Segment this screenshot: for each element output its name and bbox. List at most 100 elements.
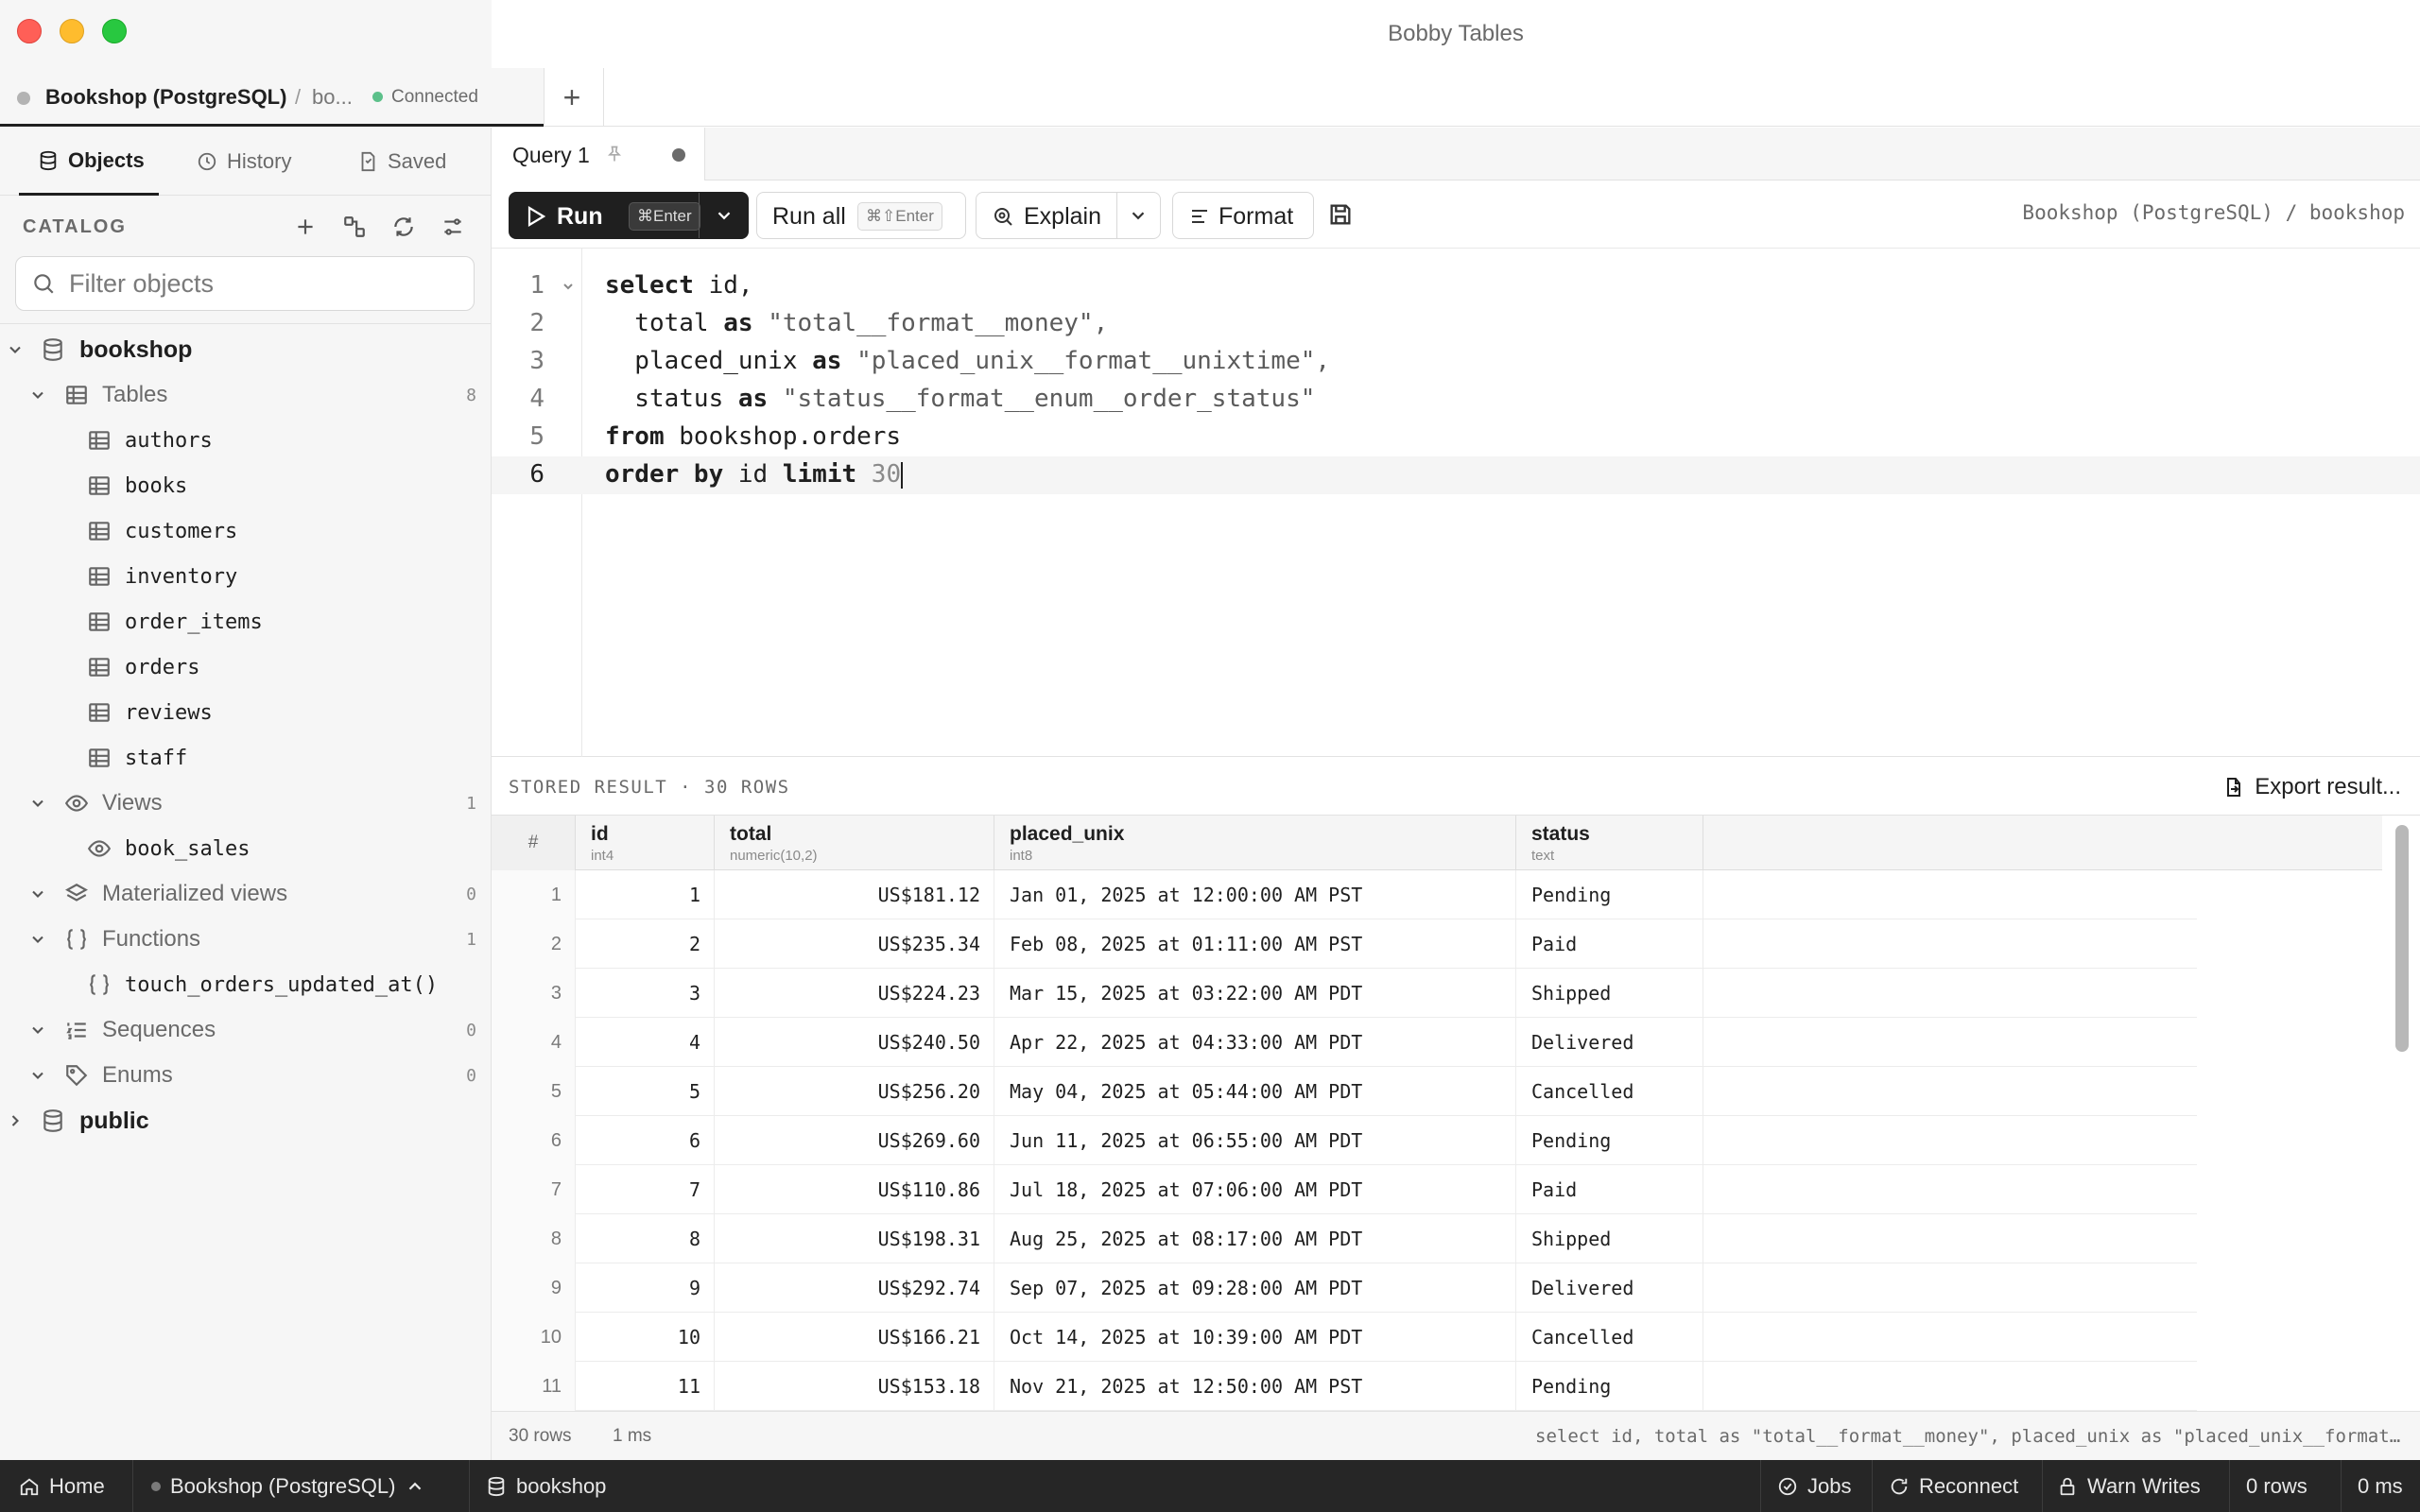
table-row[interactable]: 6 6 US$269.60 Jun 11, 2025 at 06:55:00 AM P… [492,1116,2197,1165]
tree-item-view[interactable]: book_sales [0,826,492,871]
cell-placed-unix[interactable]: Jul 18, 2025 at 07:06:00 AM PDT [994,1165,1516,1214]
pin-icon[interactable] [605,145,624,163]
cell-id[interactable]: 10 [576,1313,715,1362]
cell-id[interactable]: 7 [576,1165,715,1214]
tree-group-enums[interactable]: Enums 0 [0,1053,492,1098]
tree-group-functions[interactable]: Functions 1 [0,917,492,962]
chevron-down-icon[interactable] [28,386,47,404]
run-button[interactable]: Run ⌘Enter [509,192,749,239]
cell-id[interactable]: 8 [576,1214,715,1263]
tab-objects[interactable]: Objects [19,128,159,196]
cell-status[interactable]: Delivered [1516,1263,1703,1313]
minimize-window-button[interactable] [60,19,84,43]
chevron-down-icon[interactable] [6,340,25,359]
close-window-button[interactable] [17,19,42,43]
column-header-placed-unix[interactable]: placed_unix int8 [994,816,1516,870]
tree-item-table[interactable]: customers [0,508,492,554]
tree-item-table[interactable]: orders [0,644,492,690]
query-tab[interactable]: Query 1 [492,128,705,180]
explain-button[interactable]: Explain [976,192,1161,239]
maximize-window-button[interactable] [102,19,127,43]
chevron-down-icon[interactable] [28,794,47,813]
table-row[interactable]: 9 9 US$292.74 Sep 07, 2025 at 09:28:00 AM P… [492,1263,2197,1313]
row-number-cell[interactable]: 4 [492,1018,576,1067]
table-row[interactable]: 7 7 US$110.86 Jul 18, 2025 at 07:06:00 AM P… [492,1165,2197,1214]
cell-placed-unix[interactable]: Jan 01, 2025 at 12:00:00 AM PST [994,870,1516,919]
cell-status[interactable]: Pending [1516,1362,1703,1411]
run-all-button[interactable]: Run all ⌘⇧Enter [756,192,966,239]
cell-status[interactable]: Pending [1516,870,1703,919]
home-button[interactable]: Home [19,1460,105,1512]
add-connection-tab-button[interactable]: + [548,76,596,119]
code-line[interactable]: 3 placed_unix as "placed_unix__format__u… [492,343,2420,381]
scrollbar-thumb[interactable] [2395,825,2409,1052]
cell-id[interactable]: 11 [576,1362,715,1411]
tree-item-table[interactable]: books [0,463,492,508]
chevron-down-icon[interactable] [28,885,47,903]
row-number-cell[interactable]: 8 [492,1214,576,1263]
filter-objects-field[interactable] [15,256,475,311]
tab-saved[interactable]: Saved [357,128,446,196]
row-number-cell[interactable]: 7 [492,1165,576,1214]
tree-item-function[interactable]: touch_orders_updated_at() [0,962,492,1007]
code-line[interactable]: 4 status as "status__format__enum__order… [492,381,2420,419]
cell-status[interactable]: Shipped [1516,969,1703,1018]
cell-total[interactable]: US$224.23 [715,969,994,1018]
row-number-cell[interactable]: 6 [492,1116,576,1165]
row-number-cell[interactable]: 10 [492,1313,576,1362]
tree-item-table[interactable]: inventory [0,554,492,599]
warn-writes-toggle[interactable]: Warn Writes [2057,1460,2201,1512]
reconnect-button[interactable]: Reconnect [1889,1460,2018,1512]
refresh-catalog-button[interactable] [388,211,420,243]
chevron-down-icon[interactable] [28,930,47,949]
tree-item-public[interactable]: public [0,1098,492,1143]
cell-status[interactable]: Delivered [1516,1018,1703,1067]
table-row[interactable]: 2 2 US$235.34 Feb 08, 2025 at 01:11:00 AM P… [492,919,2197,969]
add-object-button[interactable] [289,211,321,243]
schema-diagram-button[interactable] [338,211,371,243]
column-header-status[interactable]: status text [1516,816,1703,870]
format-button[interactable]: Format [1172,192,1314,239]
chevron-down-icon[interactable] [1128,205,1149,226]
chevron-down-icon[interactable] [28,1021,47,1040]
cell-total[interactable]: US$166.21 [715,1313,994,1362]
code-line[interactable]: 1 select id, [492,267,2420,305]
row-number-cell[interactable]: 1 [492,870,576,919]
cell-status[interactable]: Pending [1516,1116,1703,1165]
cell-total[interactable]: US$292.74 [715,1263,994,1313]
cell-id[interactable]: 5 [576,1067,715,1116]
row-number-cell[interactable]: 9 [492,1263,576,1313]
chevron-right-icon[interactable] [6,1111,25,1130]
table-row[interactable]: 8 8 US$198.31 Aug 25, 2025 at 08:17:00 AM P… [492,1214,2197,1263]
table-row[interactable]: 3 3 US$224.23 Mar 15, 2025 at 03:22:00 AM P… [492,969,2197,1018]
tree-group-sequences[interactable]: Sequences 0 [0,1007,492,1053]
connection-switcher[interactable]: Bookshop (PostgreSQL) [151,1460,425,1512]
catalog-settings-button[interactable] [437,211,469,243]
cell-total[interactable]: US$240.50 [715,1018,994,1067]
tree-item-table[interactable]: reviews [0,690,492,735]
fold-chevron-icon[interactable] [561,279,576,294]
tree-group-tables[interactable]: Tables 8 [0,372,492,418]
cell-total[interactable]: US$256.20 [715,1067,994,1116]
row-number-cell[interactable]: 3 [492,969,576,1018]
row-number-cell[interactable]: 5 [492,1067,576,1116]
cell-placed-unix[interactable]: Jun 11, 2025 at 06:55:00 AM PDT [994,1116,1516,1165]
database-switcher[interactable]: bookshop [486,1460,606,1512]
cell-placed-unix[interactable]: Aug 25, 2025 at 08:17:00 AM PDT [994,1214,1516,1263]
filter-objects-input[interactable] [69,265,457,302]
cell-status[interactable]: Shipped [1516,1214,1703,1263]
code-line[interactable]: 5 from bookshop.orders [492,419,2420,456]
cell-placed-unix[interactable]: Mar 15, 2025 at 03:22:00 AM PDT [994,969,1516,1018]
cell-total[interactable]: US$235.34 [715,919,994,969]
tree-group-views[interactable]: Views 1 [0,781,492,826]
chevron-down-icon[interactable] [28,1066,47,1085]
grid-vertical-scrollbar[interactable] [2390,823,2414,1403]
cell-total[interactable]: US$269.60 [715,1116,994,1165]
row-number-cell[interactable]: 2 [492,919,576,969]
cell-total[interactable]: US$110.86 [715,1165,994,1214]
table-row[interactable]: 5 5 US$256.20 May 04, 2025 at 05:44:00 AM P… [492,1067,2197,1116]
table-row[interactable]: 4 4 US$240.50 Apr 22, 2025 at 04:33:00 AM P… [492,1018,2197,1067]
table-row[interactable]: 1 1 US$181.12 Jan 01, 2025 at 12:00:00 AM P… [492,870,2197,919]
cell-status[interactable]: Paid [1516,1165,1703,1214]
cell-total[interactable]: US$198.31 [715,1214,994,1263]
